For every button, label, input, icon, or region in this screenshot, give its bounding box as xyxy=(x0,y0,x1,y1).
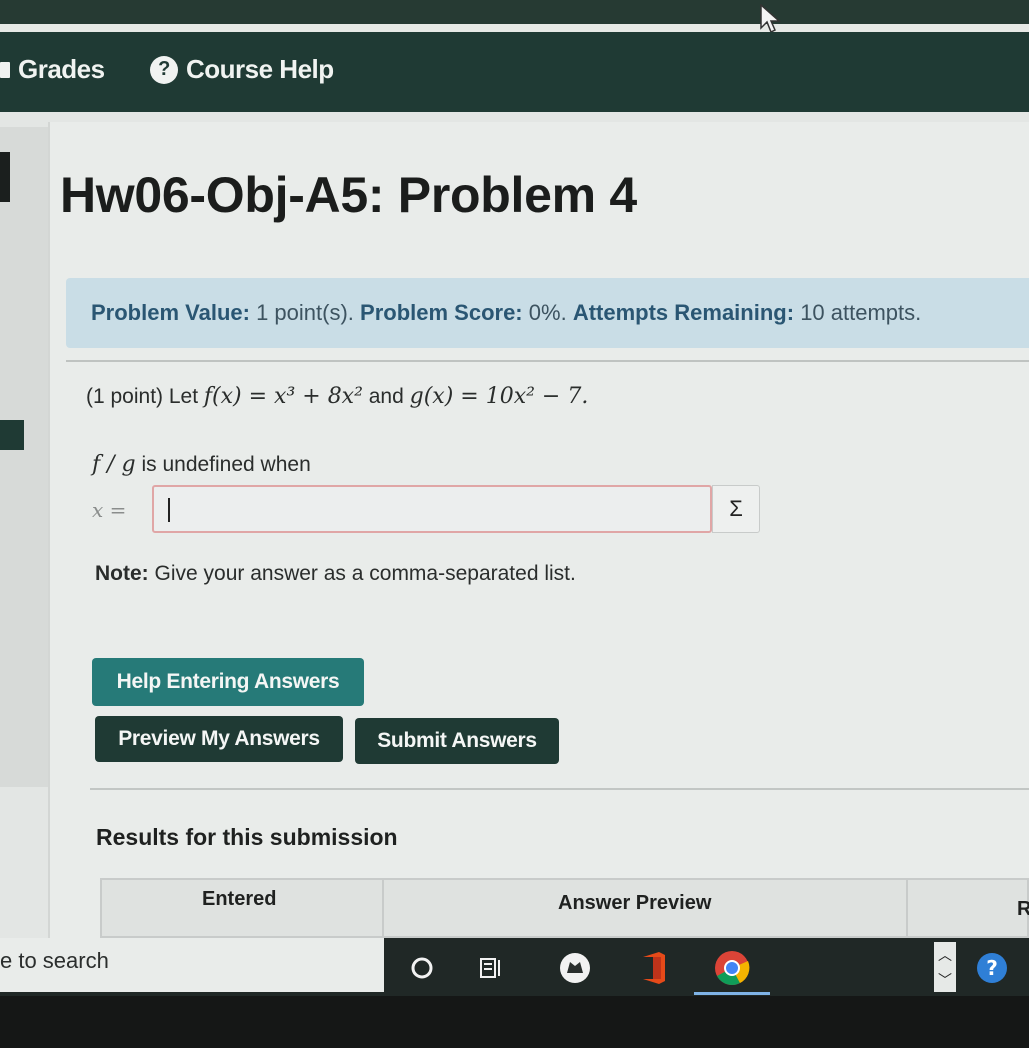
answer-variable-label: x = xyxy=(92,498,127,522)
g-expression: g(x) = 10x² − 7. xyxy=(409,384,589,409)
prompt-text: is undefined when xyxy=(135,453,311,476)
divider xyxy=(66,360,1029,362)
page-title: Hw06-Obj-A5: Problem 4 xyxy=(60,167,637,223)
problem-score-label: Problem Score: xyxy=(360,300,523,325)
sigma-icon: Σ xyxy=(729,496,743,521)
mouse-cursor-icon xyxy=(760,4,781,34)
course-navbar: Grades ? Course Help xyxy=(0,32,1029,112)
office-icon[interactable] xyxy=(634,948,674,988)
attempts-remaining: 10 attempts. xyxy=(800,300,922,325)
question-circle-icon: ? xyxy=(150,55,178,84)
fg-expression: f / g xyxy=(92,452,136,477)
attempts-remaining-label: Attempts Remaining: xyxy=(572,300,795,325)
system-tray-scroll[interactable]: ︿ ﹀ xyxy=(934,942,956,992)
problem-intro: (1 point) Let xyxy=(86,385,204,408)
windows-taskbar: e to search ︿ ﹀ ? xyxy=(0,938,1029,996)
task-view-icon[interactable] xyxy=(472,948,512,988)
left-sidebar-tab[interactable] xyxy=(0,420,24,450)
browser-top-line xyxy=(0,24,1029,32)
chevron-up-icon[interactable]: ︿ xyxy=(938,945,952,965)
problem-info-box: Problem Value: 1 point(s). Problem Score… xyxy=(66,278,1029,348)
chrome-icon[interactable] xyxy=(712,948,752,988)
taskbar-search-placeholder: e to search xyxy=(0,948,109,973)
browser-top-strip xyxy=(0,0,1029,24)
chevron-down-icon[interactable]: ﹀ xyxy=(938,970,952,990)
answer-input[interactable] xyxy=(152,485,712,533)
column-divider xyxy=(906,880,908,938)
results-heading: Results for this submission xyxy=(96,824,398,850)
text-cursor xyxy=(168,498,170,522)
help-circle-tray-icon[interactable]: ? xyxy=(972,948,1012,988)
svg-text:?: ? xyxy=(986,956,998,980)
problem-value: 1 point(s). xyxy=(256,300,354,325)
taskbar-search-box[interactable]: e to search xyxy=(0,938,384,992)
problem-score: 0%. xyxy=(528,300,567,325)
problem-info-text: Problem Value: 1 point(s). Problem Score… xyxy=(91,300,921,326)
question-prompt: f / g is undefined when xyxy=(92,452,311,477)
column-divider xyxy=(382,880,384,938)
f-expression: f(x) = x³ + 8x² xyxy=(203,384,363,409)
divider xyxy=(90,788,1029,790)
column-header-entered: Entered xyxy=(202,888,277,910)
screen-bezel xyxy=(0,996,1029,1048)
problem-value-label: Problem Value: xyxy=(91,300,250,325)
column-header-result: R xyxy=(1017,898,1029,920)
help-entering-answers-button[interactable]: Help Entering Answers xyxy=(92,658,364,706)
note-text: Give your answer as a comma-separated li… xyxy=(148,562,576,585)
nav-course-help-label: Course Help xyxy=(186,54,334,84)
grades-icon xyxy=(0,61,10,78)
nav-course-help-link[interactable]: ? Course Help xyxy=(150,54,334,85)
preview-answers-button[interactable]: Preview My Answers xyxy=(95,716,343,762)
page-body: Hw06-Obj-A5: Problem 4 Problem Value: 1 … xyxy=(0,112,1029,938)
results-table-header: Entered Answer Preview R xyxy=(100,878,1029,938)
chrome-active-indicator xyxy=(694,992,770,995)
nav-grades-link[interactable]: Grades xyxy=(0,54,105,85)
problem-statement: (1 point) Let f(x) = x³ + 8x² and g(x) =… xyxy=(86,384,588,409)
cortana-icon[interactable] xyxy=(402,948,442,988)
submit-answers-button[interactable]: Submit Answers xyxy=(355,718,559,764)
equation-editor-button[interactable]: Σ xyxy=(712,485,760,533)
nav-grades-label: Grades xyxy=(18,54,105,84)
column-header-answer-preview: Answer Preview xyxy=(558,892,712,914)
note-label: Note: xyxy=(95,562,149,585)
answer-note: Note: Give your answer as a comma-separa… xyxy=(95,562,576,586)
app-shield-icon[interactable] xyxy=(555,948,595,988)
left-sidebar-marker xyxy=(0,152,10,202)
and-text: and xyxy=(362,385,410,408)
